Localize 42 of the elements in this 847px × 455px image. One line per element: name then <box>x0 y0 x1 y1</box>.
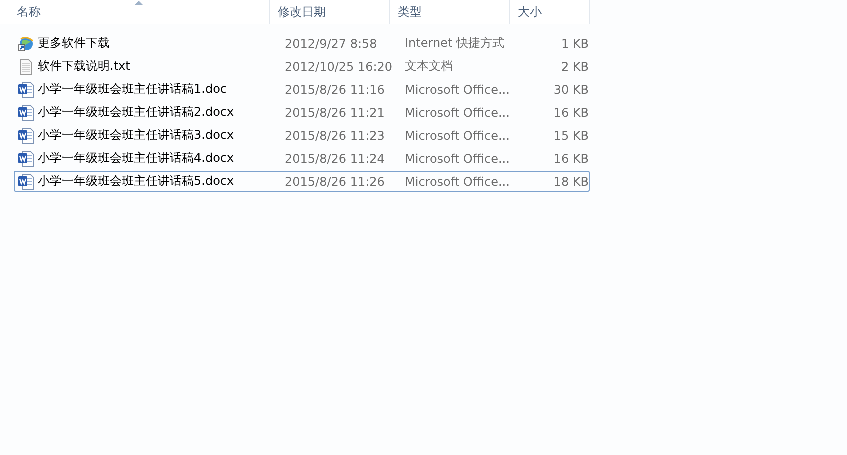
file-type: Microsoft Office... <box>404 106 511 120</box>
file-type: Microsoft Office... <box>404 82 511 96</box>
file-name: 小学一年级班会班主任讲话稿5.docx <box>38 173 234 190</box>
file-size: 16 KB <box>552 152 590 166</box>
file-size: 30 KB <box>552 82 590 96</box>
modified-date: 2015/8/26 11:21 <box>284 106 386 120</box>
file-size: 18 KB <box>552 174 590 188</box>
file-name: 更多软件下载 <box>38 35 110 52</box>
file-name: 小学一年级班会班主任讲话稿3.docx <box>38 127 234 144</box>
word-document-icon <box>18 150 34 166</box>
file-type: Microsoft Office... <box>404 152 511 166</box>
file-name: 小学一年级班会班主任讲话稿2.docx <box>38 104 234 121</box>
file-type: Microsoft Office... <box>404 174 511 188</box>
file-type: Internet 快捷方式 <box>404 35 506 52</box>
word-document-icon <box>18 104 34 120</box>
modified-date: 2015/8/26 11:24 <box>284 152 386 166</box>
file-row[interactable]: 小学一年级班会班主任讲话稿1.doc 2015/8/26 11:16 Microsoft Office... 30 KB <box>14 79 590 100</box>
word-document-icon <box>18 174 34 190</box>
modified-date: 2015/8/26 11:16 <box>284 82 386 96</box>
modified-date: 2015/8/26 11:23 <box>284 128 386 142</box>
file-size: 2 KB <box>560 60 590 74</box>
modified-date: 2012/10/25 16:20 <box>284 60 394 74</box>
file-name: 小学一年级班会班主任讲话稿4.docx <box>38 150 234 167</box>
file-row[interactable]: 小学一年级班会班主任讲话稿2.docx 2015/8/26 11:21 Microsoft Office... 16 KB <box>14 102 590 123</box>
file-row[interactable]: 软件下载说明.txt 2012/10/25 16:20 文本文档 2 KB <box>14 56 590 77</box>
globe-shortcut-icon <box>18 36 34 52</box>
file-row[interactable]: 小学一年级班会班主任讲话稿4.docx 2015/8/26 11:24 Microsoft Office... 16 KB <box>14 148 590 169</box>
modified-date: 2015/8/26 11:26 <box>284 174 386 188</box>
word-document-icon <box>18 82 34 98</box>
file-size: 15 KB <box>552 128 590 142</box>
text-file-icon <box>18 58 34 74</box>
file-row[interactable]: 小学一年级班会班主任讲话稿5.docx 2015/8/26 11:26 Microsoft Office... 18 KB <box>14 171 590 192</box>
file-name: 小学一年级班会班主任讲话稿1.doc <box>38 81 228 98</box>
file-size: 16 KB <box>552 106 590 120</box>
file-row[interactable]: 更多软件下载 2012/9/27 8:58 Internet 快捷方式 1 KB <box>14 33 590 54</box>
word-document-icon <box>18 128 34 144</box>
file-row[interactable]: 小学一年级班会班主任讲话稿3.docx 2015/8/26 11:23 Microsoft Office... 15 KB <box>14 125 590 146</box>
modified-date: 2012/9/27 8:58 <box>284 36 378 50</box>
file-type: 文本文档 <box>404 58 454 75</box>
file-type: Microsoft Office... <box>404 128 511 142</box>
file-size: 1 KB <box>560 36 590 50</box>
file-name: 软件下载说明.txt <box>38 58 130 75</box>
